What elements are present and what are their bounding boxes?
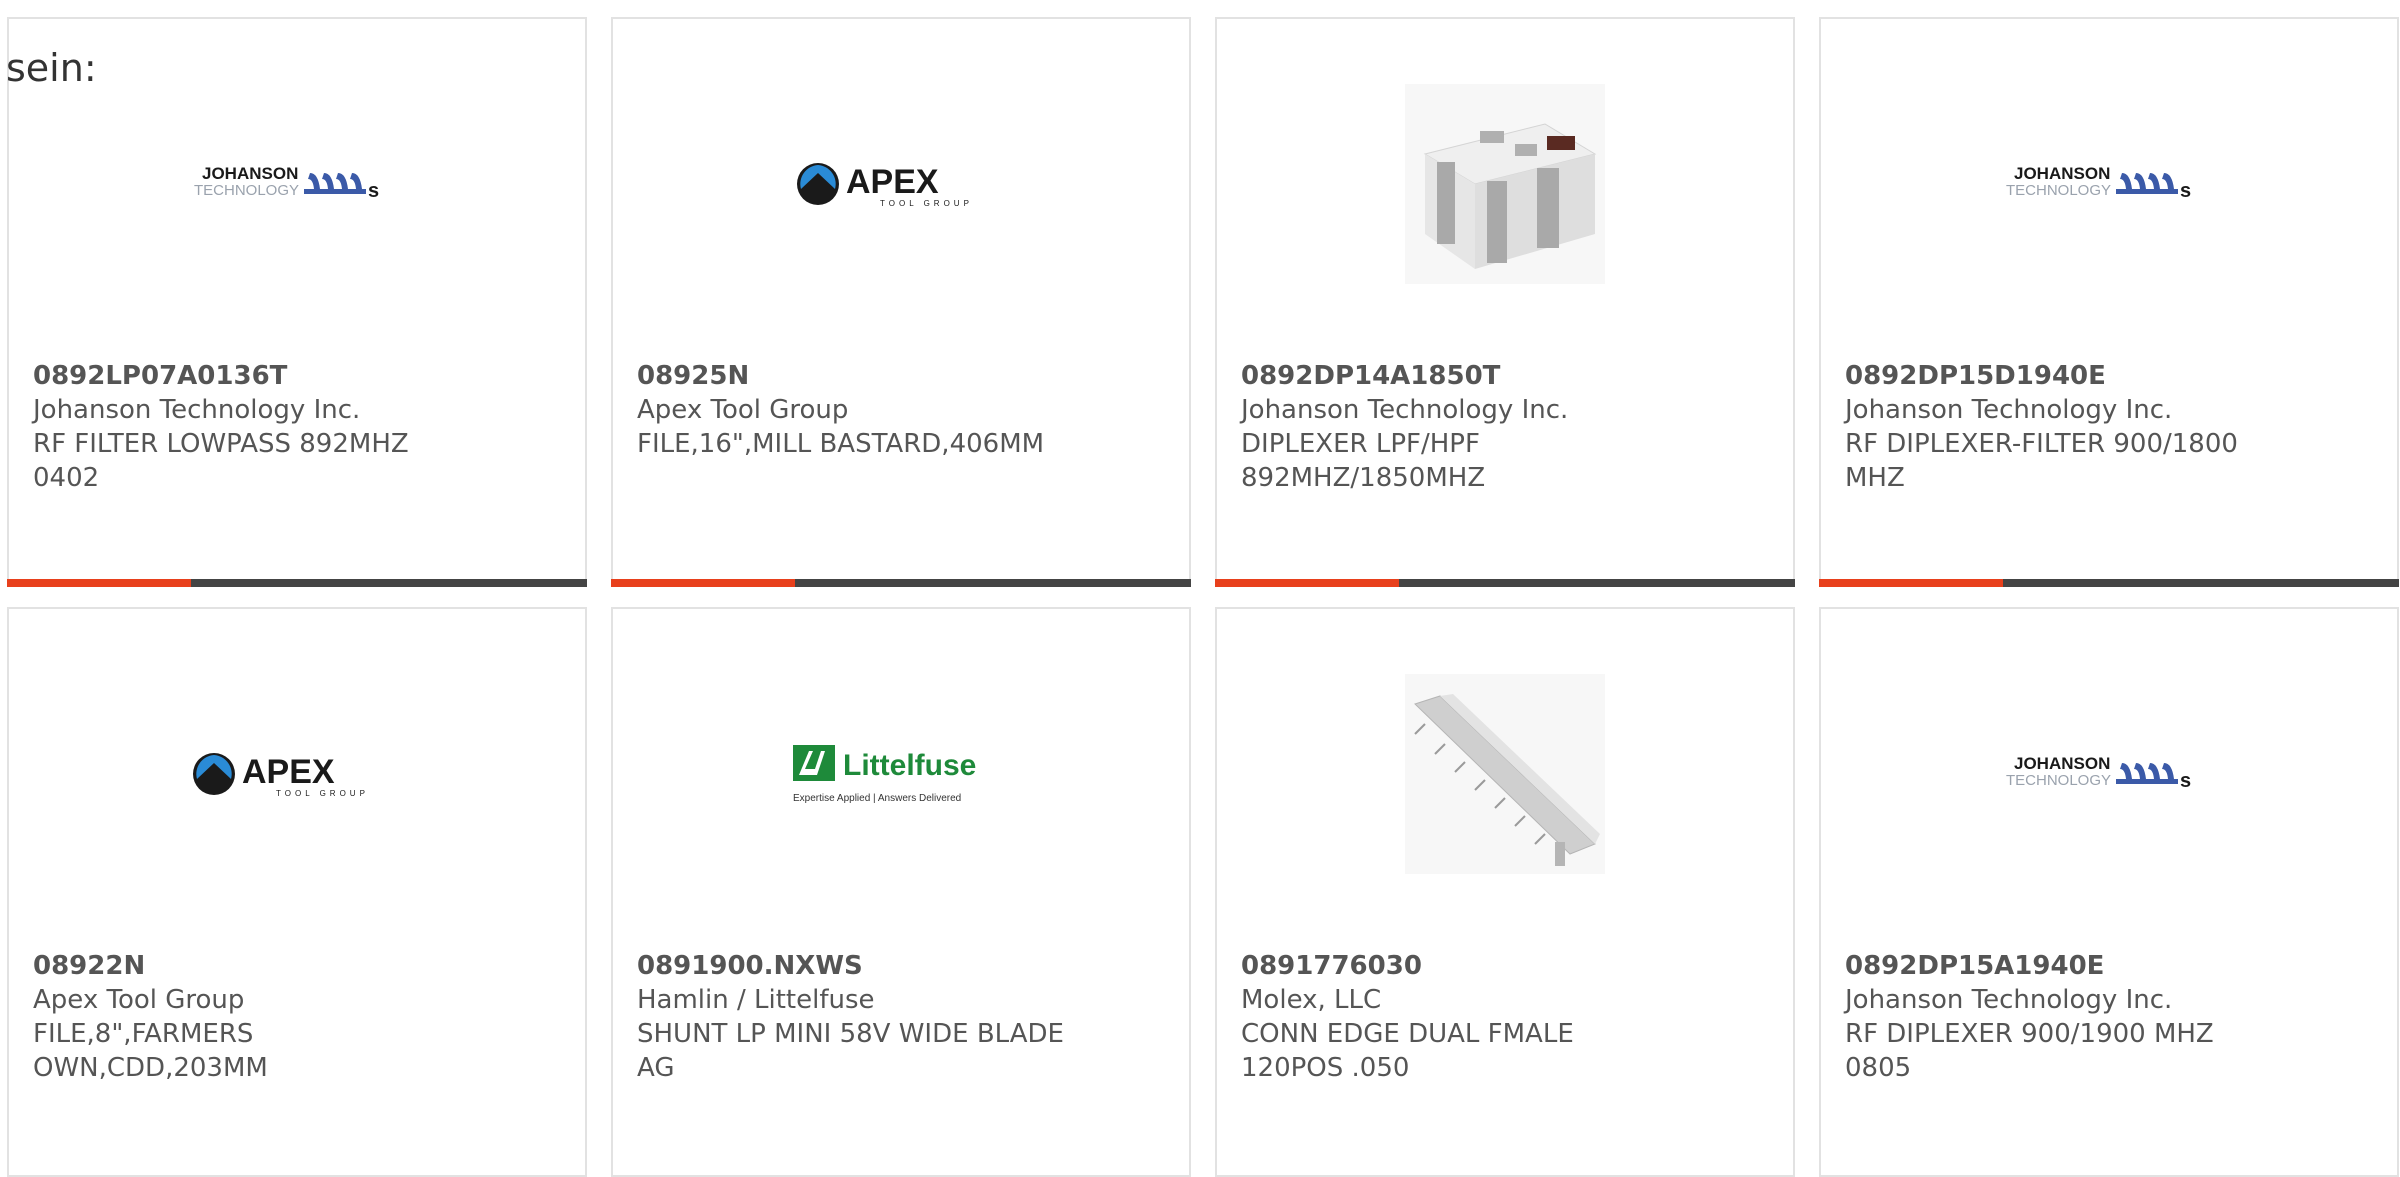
description: RF DIPLEXER 900/1900 MHZ 0805: [1845, 1019, 2214, 1083]
part-number[interactable]: 0891900.NXWS: [637, 949, 1165, 983]
product-info: 0891900.NXWS Hamlin / Littelfuse SHUNT L…: [637, 949, 1165, 1085]
svg-text:JOHANSON: JOHANSON: [2014, 164, 2110, 183]
card-bottom-bar: [1215, 579, 1795, 587]
description: CONN EDGE DUAL FMALE 120POS .050: [1241, 1019, 1574, 1083]
svg-text:APEX: APEX: [242, 753, 335, 791]
svg-text:TOOL GROUP: TOOL GROUP: [880, 199, 973, 208]
svg-text:s: s: [2180, 180, 2191, 202]
part-number[interactable]: 0892DP14A1850T: [1241, 359, 1769, 393]
description: DIPLEXER LPF/HPF 892MHZ/1850MHZ: [1241, 429, 1486, 493]
johanson-logo: JOHANSON TECHNOLOGY s: [1821, 639, 2397, 909]
svg-text:TECHNOLOGY: TECHNOLOGY: [2006, 772, 2111, 789]
product-card[interactable]: 0891776030 Molex, LLC CONN EDGE DUAL FMA…: [1215, 607, 1795, 1177]
apex-logo: APEX TOOL GROUP: [9, 639, 585, 909]
card-accent-bar: [7, 579, 191, 587]
product-card[interactable]: JOHANSON TECHNOLOGY s 0892LP07A0136T Joh…: [7, 17, 587, 587]
product-info: 0892LP07A0136T Johanson Technology Inc. …: [33, 359, 561, 495]
manufacturer: Johanson Technology Inc.: [1845, 395, 2173, 425]
description: RF DIPLEXER-FILTER 900/1800 MHZ: [1845, 429, 2238, 493]
product-info: 0892DP15D1940E Johanson Technology Inc. …: [1845, 359, 2373, 495]
part-number[interactable]: 0892DP15A1940E: [1845, 949, 2373, 983]
manufacturer: Apex Tool Group: [637, 395, 849, 425]
card-accent-bar: [1819, 579, 2003, 587]
apex-logo: APEX TOOL GROUP: [613, 49, 1189, 319]
product-info: 0891776030 Molex, LLC CONN EDGE DUAL FMA…: [1241, 949, 1769, 1085]
description: SHUNT LP MINI 58V WIDE BLADE AG: [637, 1019, 1064, 1083]
product-grid: JOHANSON TECHNOLOGY s 0892LP07A0136T Joh…: [7, 17, 2399, 1177]
product-card[interactable]: JOHANSON TECHNOLOGY s 0892DP15A1940E Joh…: [1819, 607, 2399, 1177]
card-bottom-bar: [7, 579, 587, 587]
card-bottom-bar: [1819, 579, 2399, 587]
part-number[interactable]: 0891776030: [1241, 949, 1769, 983]
card-accent-bar: [1215, 579, 1399, 587]
intro-text: sein:: [6, 46, 97, 90]
description: FILE,16",MILL BASTARD,406MM: [637, 429, 1045, 459]
littelfuse-logo: Littelfuse Expertise Applied | Answers D…: [613, 639, 1189, 909]
svg-text:APEX: APEX: [846, 163, 939, 201]
product-info: 08925N Apex Tool Group FILE,16",MILL BAS…: [637, 359, 1165, 461]
ceramic-chip-photo: [1217, 49, 1793, 319]
part-number[interactable]: 0892DP15D1940E: [1845, 359, 2373, 393]
product-info: 0892DP15A1940E Johanson Technology Inc. …: [1845, 949, 2373, 1085]
part-number[interactable]: 08925N: [637, 359, 1165, 393]
svg-text:TECHNOLOGY: TECHNOLOGY: [2006, 182, 2111, 199]
manufacturer: Molex, LLC: [1241, 985, 1382, 1015]
svg-text:TOOL GROUP: TOOL GROUP: [276, 789, 369, 798]
svg-text:s: s: [2180, 770, 2191, 792]
product-card[interactable]: JOHANSON TECHNOLOGY s 0892DP15D1940E Joh…: [1819, 17, 2399, 587]
svg-text:TECHNOLOGY: TECHNOLOGY: [194, 182, 299, 199]
manufacturer: Johanson Technology Inc.: [33, 395, 361, 425]
part-number[interactable]: 08922N: [33, 949, 561, 983]
johanson-logo: JOHANSON TECHNOLOGY s: [1821, 49, 2397, 319]
svg-text:JOHANSON: JOHANSON: [202, 164, 298, 183]
product-card[interactable]: Littelfuse Expertise Applied | Answers D…: [611, 607, 1191, 1177]
card-bottom-bar: [611, 579, 1191, 587]
svg-text:JOHANSON: JOHANSON: [2014, 754, 2110, 773]
edge-connector-photo: [1217, 639, 1793, 909]
svg-text:Littelfuse: Littelfuse: [843, 749, 976, 782]
product-info: 08922N Apex Tool Group FILE,8",FARMERS O…: [33, 949, 561, 1085]
product-card[interactable]: APEX TOOL GROUP 08922N Apex Tool Group F…: [7, 607, 587, 1177]
manufacturer: Johanson Technology Inc.: [1241, 395, 1569, 425]
description: RF FILTER LOWPASS 892MHZ 0402: [33, 429, 409, 493]
product-card[interactable]: 0892DP14A1850T Johanson Technology Inc. …: [1215, 17, 1795, 587]
product-info: 0892DP14A1850T Johanson Technology Inc. …: [1241, 359, 1769, 495]
svg-text:Expertise Applied | Answers De: Expertise Applied | Answers Delivered: [793, 793, 961, 804]
part-number[interactable]: 0892LP07A0136T: [33, 359, 561, 393]
manufacturer: Hamlin / Littelfuse: [637, 985, 875, 1015]
product-card[interactable]: APEX TOOL GROUP 08925N Apex Tool Group F…: [611, 17, 1191, 587]
manufacturer: Johanson Technology Inc.: [1845, 985, 2173, 1015]
card-accent-bar: [611, 579, 795, 587]
description: FILE,8",FARMERS OWN,CDD,203MM: [33, 1019, 268, 1083]
svg-text:s: s: [368, 180, 379, 202]
manufacturer: Apex Tool Group: [33, 985, 245, 1015]
